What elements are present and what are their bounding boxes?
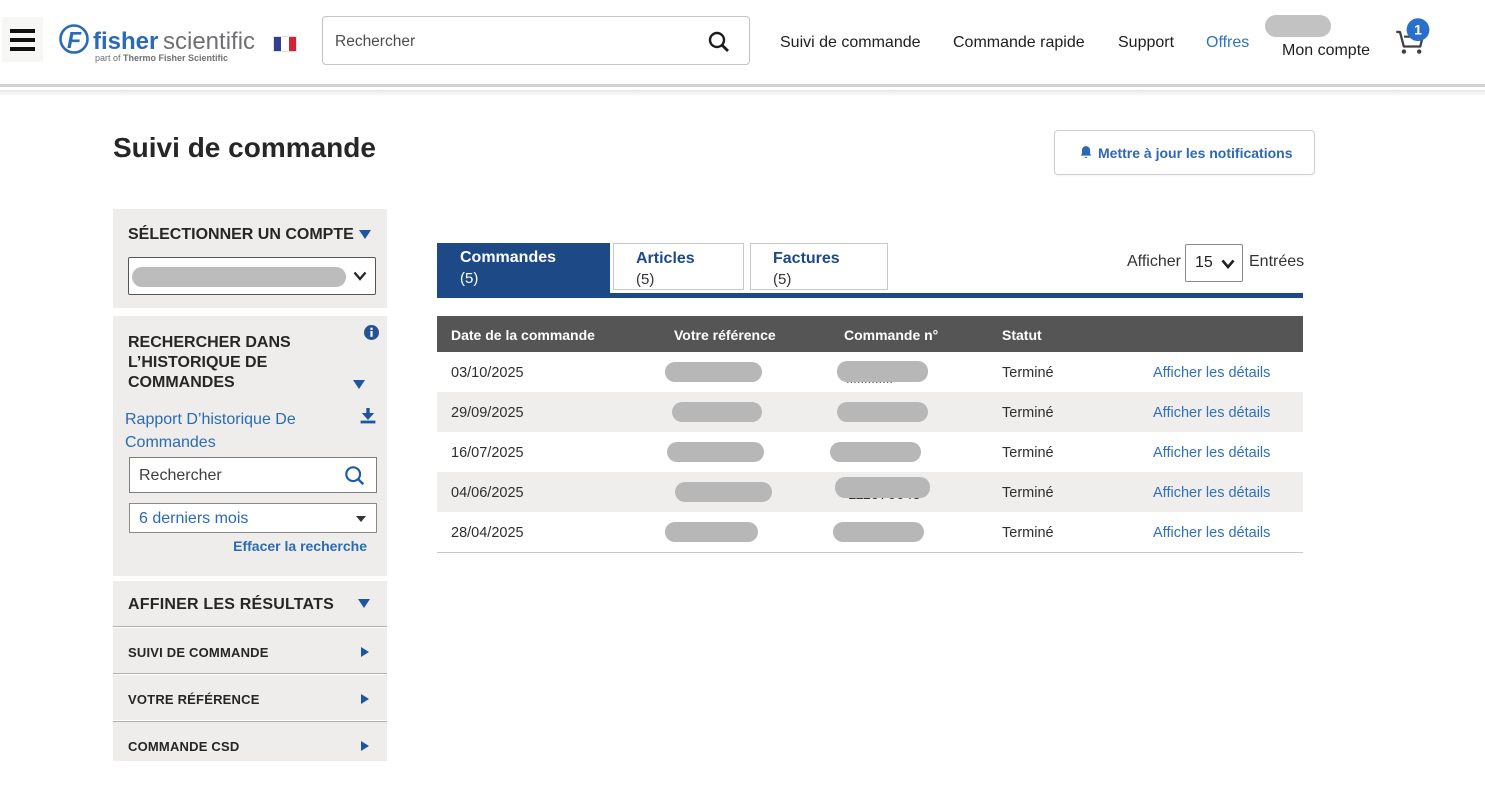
svg-text:scientific: scientific xyxy=(163,28,255,55)
svg-text:fisher: fisher xyxy=(93,28,158,55)
svg-text:F: F xyxy=(67,27,82,53)
svg-text:part of Thermo Fisher Scientif: part of Thermo Fisher Scientific xyxy=(95,53,228,63)
svg-text:1: 1 xyxy=(1414,22,1422,38)
